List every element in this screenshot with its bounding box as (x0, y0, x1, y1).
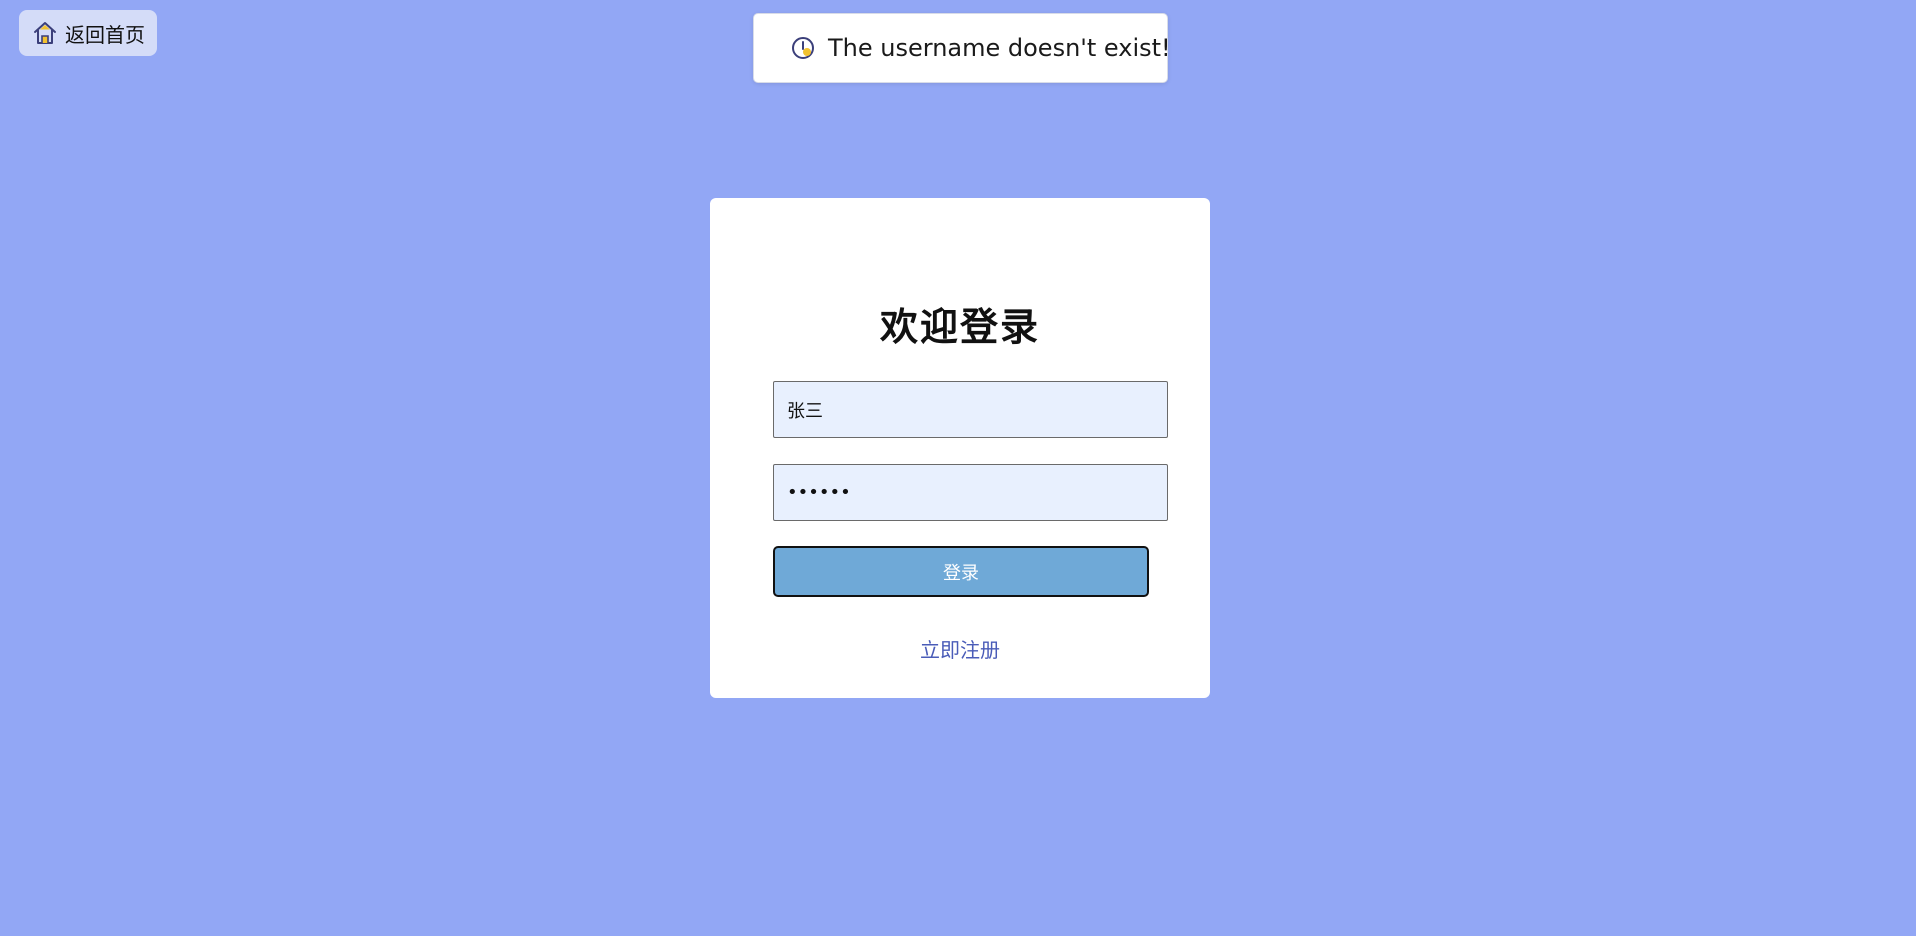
login-card: 欢迎登录 登录 立即注册 (710, 198, 1210, 698)
page-title: 欢迎登录 (879, 305, 1040, 349)
home-button[interactable]: 返回首页 (19, 10, 157, 56)
home-icon (31, 19, 59, 47)
error-toast: The username doesn't exist! (753, 13, 1171, 83)
register-link[interactable]: 立即注册 (710, 634, 1210, 663)
warning-icon (790, 35, 816, 61)
home-button-label: 返回首页 (65, 22, 145, 47)
login-button[interactable]: 登录 (773, 546, 1149, 597)
toast-message: The username doesn't exist! (828, 34, 1171, 62)
username-input[interactable] (773, 381, 1168, 438)
password-input[interactable] (773, 464, 1168, 521)
